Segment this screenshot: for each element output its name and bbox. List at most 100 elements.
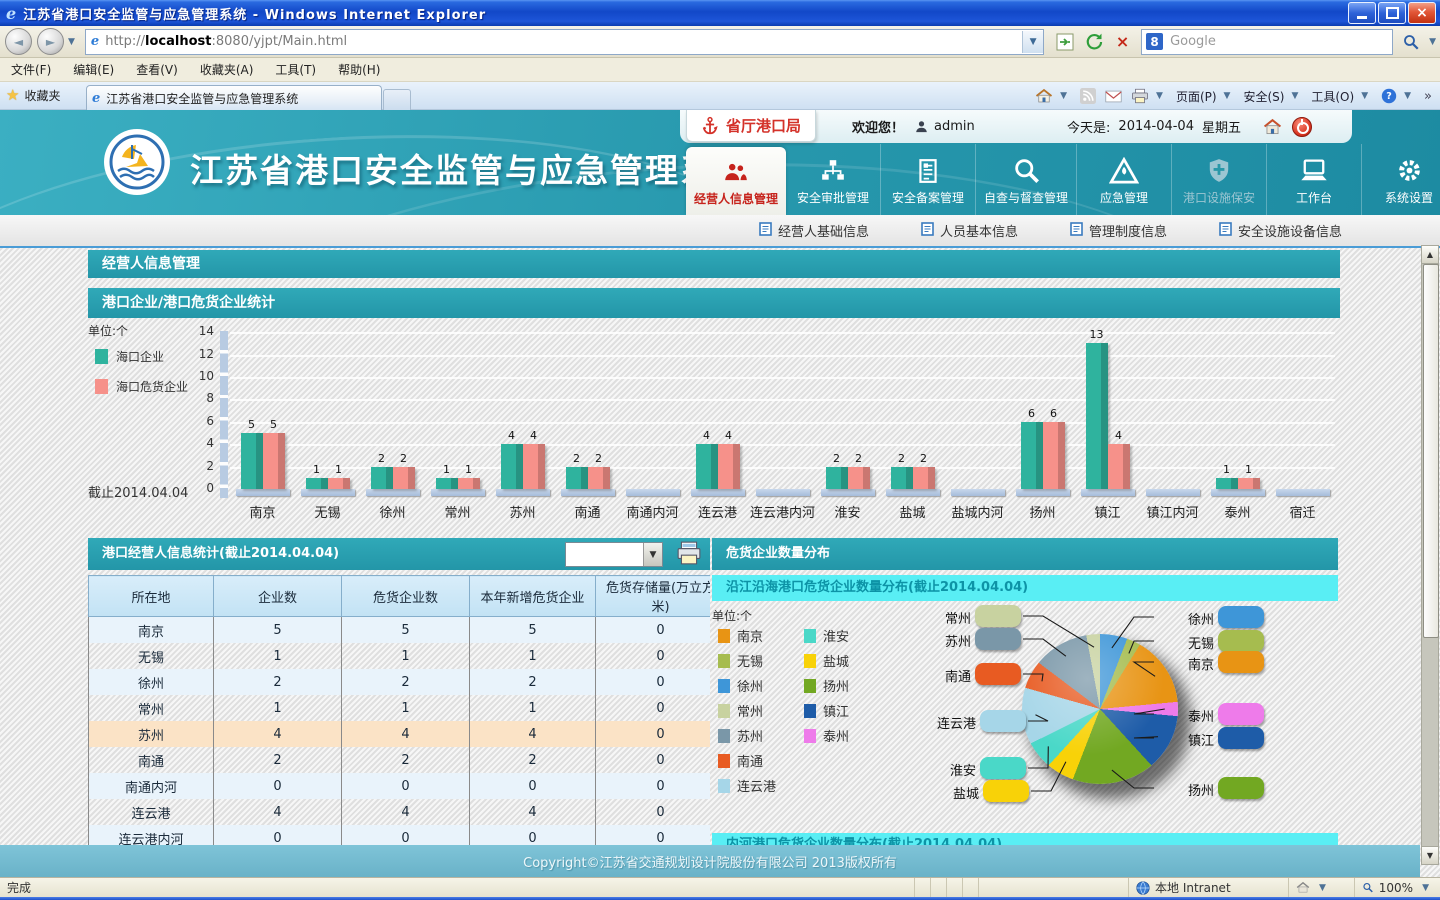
address-field[interactable]: e http://localhost:8080/yjpt/Main.html ▼ (85, 29, 1044, 55)
print-button[interactable]: ▼ (1131, 88, 1167, 104)
subnav-item-3[interactable]: 安全设施设备信息 (1219, 221, 1342, 240)
home-icon[interactable] (1263, 118, 1282, 135)
x-axis-label: 南通 (555, 502, 620, 521)
search-input[interactable]: 8 Google (1141, 29, 1393, 55)
history-dropdown[interactable]: ▼ (64, 37, 79, 47)
pie-legend-item: 南通 (718, 753, 776, 768)
search-button[interactable] (1397, 29, 1425, 55)
star-icon: ★ (6, 86, 19, 104)
pie-subtitle-bar: 沿江沿海港口危货企业数量分布(截止2014.04.04) (712, 575, 1338, 601)
subnav-item-2[interactable]: 管理制度信息 (1070, 221, 1167, 240)
menu-bar: 文件(F)编辑(E)查看(V)收藏夹(A)工具(T)帮助(H) (0, 58, 1440, 82)
restore-button[interactable] (1378, 2, 1406, 24)
back-button[interactable]: ◄ (5, 28, 32, 55)
nav-tab-7[interactable]: 系统设置 (1361, 144, 1440, 215)
bar-value: 1 (436, 463, 458, 476)
page-menu[interactable]: 页面(P)▼ (1176, 88, 1235, 105)
zoom-icon (1362, 881, 1374, 894)
x-axis-label: 连云港 (685, 502, 750, 521)
callout-label: 南京 (1154, 654, 1214, 673)
table-cell: 0 (596, 799, 711, 825)
table-row[interactable]: 无锡1110 (89, 643, 711, 669)
table-row[interactable]: 徐州2220 (89, 669, 711, 695)
table-row[interactable]: 连云港4440 (89, 799, 711, 825)
compatibility-view-icon[interactable] (1050, 28, 1079, 56)
mail-icon[interactable] (1105, 90, 1122, 103)
browser-tab[interactable]: e 江苏省港口安全监管与应急管理系统 (86, 85, 382, 111)
table-cell: 2 (342, 669, 470, 695)
category-platform (496, 489, 550, 496)
menu-item-5[interactable]: 帮助(H) (327, 61, 391, 78)
nav-tab-0[interactable]: 经营人信息管理 (686, 147, 786, 215)
menu-item-1[interactable]: 编辑(E) (62, 61, 125, 78)
gridline (230, 355, 1335, 357)
home-button[interactable]: ▼ (1035, 88, 1071, 104)
scroll-up-icon[interactable]: ▲ (1422, 246, 1438, 264)
table-row[interactable]: 连云港内河0000 (89, 825, 711, 845)
menu-item-2[interactable]: 查看(V) (125, 61, 189, 78)
pie-legend-label: 镇江 (823, 701, 849, 720)
table-row[interactable]: 南京5550 (89, 617, 711, 644)
new-tab-stub[interactable] (383, 89, 411, 111)
help-menu[interactable]: ? ▼ (1381, 88, 1415, 104)
category-platform (886, 489, 940, 496)
subnav-label: 人员基本信息 (940, 221, 1018, 240)
subnav-item-0[interactable]: 经营人基础信息 (759, 221, 869, 240)
feeds-icon[interactable] (1080, 88, 1096, 104)
tools-menu[interactable]: 工具(O)▼ (1311, 88, 1372, 105)
safety-menu[interactable]: 安全(S)▼ (1243, 88, 1302, 105)
search-options-dropdown[interactable]: ▼ (1425, 37, 1440, 47)
region-select[interactable]: ▼ (565, 542, 663, 567)
subnav-item-1[interactable]: 人员基本信息 (921, 221, 1018, 240)
menu-item-0[interactable]: 文件(F) (0, 61, 62, 78)
minimize-button[interactable] (1348, 2, 1376, 24)
refresh-icon[interactable] (1079, 28, 1108, 56)
search-placeholder: Google (1170, 34, 1216, 49)
pie-legend-swatch (718, 779, 730, 793)
print-report-icon[interactable] (676, 541, 702, 565)
table-cell: 1 (342, 643, 470, 669)
close-button[interactable]: × (1408, 2, 1436, 24)
menu-item-4[interactable]: 工具(T) (264, 61, 327, 78)
nav-tab-3[interactable]: 自查与督查管理 (975, 144, 1076, 215)
column-header: 危货企业数 (342, 576, 470, 617)
pie-legend-swatch (718, 704, 730, 718)
nav-tab-4[interactable]: 应急管理 (1076, 144, 1171, 215)
people-icon (722, 155, 750, 185)
section-title-bar: 经营人信息管理 (88, 250, 1340, 278)
callout-label: 淮安 (916, 760, 976, 779)
logout-power-icon[interactable] (1292, 117, 1312, 137)
table-row[interactable]: 南通内河0000 (89, 773, 711, 799)
category-platform (626, 489, 680, 496)
category-platform (366, 489, 420, 496)
address-dropdown[interactable]: ▼ (1022, 31, 1043, 53)
y-tick-label: 6 (188, 414, 214, 428)
nav-tab-2[interactable]: 安全备案管理 (880, 144, 975, 215)
scroll-down-icon[interactable]: ▼ (1422, 846, 1438, 864)
nav-tab-1[interactable]: 安全审批管理 (786, 144, 880, 215)
nav-tab-6[interactable]: 工作台 (1266, 144, 1361, 215)
gridline (230, 444, 1335, 446)
menu-item-3[interactable]: 收藏夹(A) (189, 61, 265, 78)
stop-icon[interactable]: × (1108, 28, 1137, 56)
forward-button[interactable]: ► (37, 28, 64, 55)
pie-legend-label: 盐城 (823, 651, 849, 670)
chevron-more-icon[interactable]: » (1424, 89, 1432, 104)
table-cell: 0 (596, 721, 711, 747)
bureau-tab[interactable]: 省厅港口局 (686, 110, 816, 142)
select-arrow-icon[interactable]: ▼ (643, 543, 662, 566)
nav-tab-5[interactable]: 港口设施保安 (1171, 144, 1266, 215)
callout-box-常州 (975, 605, 1021, 627)
zoom-cell[interactable]: 100%▼ (1354, 878, 1440, 897)
table-row[interactable]: 常州1110 (89, 695, 711, 721)
page-icon: e (91, 34, 99, 49)
category-platform (691, 489, 745, 496)
scrollbar-thumb[interactable] (1423, 264, 1439, 638)
protected-mode-cell[interactable]: ▼ (1288, 878, 1354, 897)
vertical-scrollbar[interactable]: ▲ ▼ (1421, 245, 1439, 865)
pie-legend-item: 泰州 (804, 728, 849, 743)
table-row[interactable]: 苏州4440 (89, 721, 711, 747)
table-row[interactable]: 南通2220 (89, 747, 711, 773)
favorites-button[interactable]: ★ 收藏夹 (6, 86, 60, 104)
table-cell: 0 (470, 773, 596, 799)
